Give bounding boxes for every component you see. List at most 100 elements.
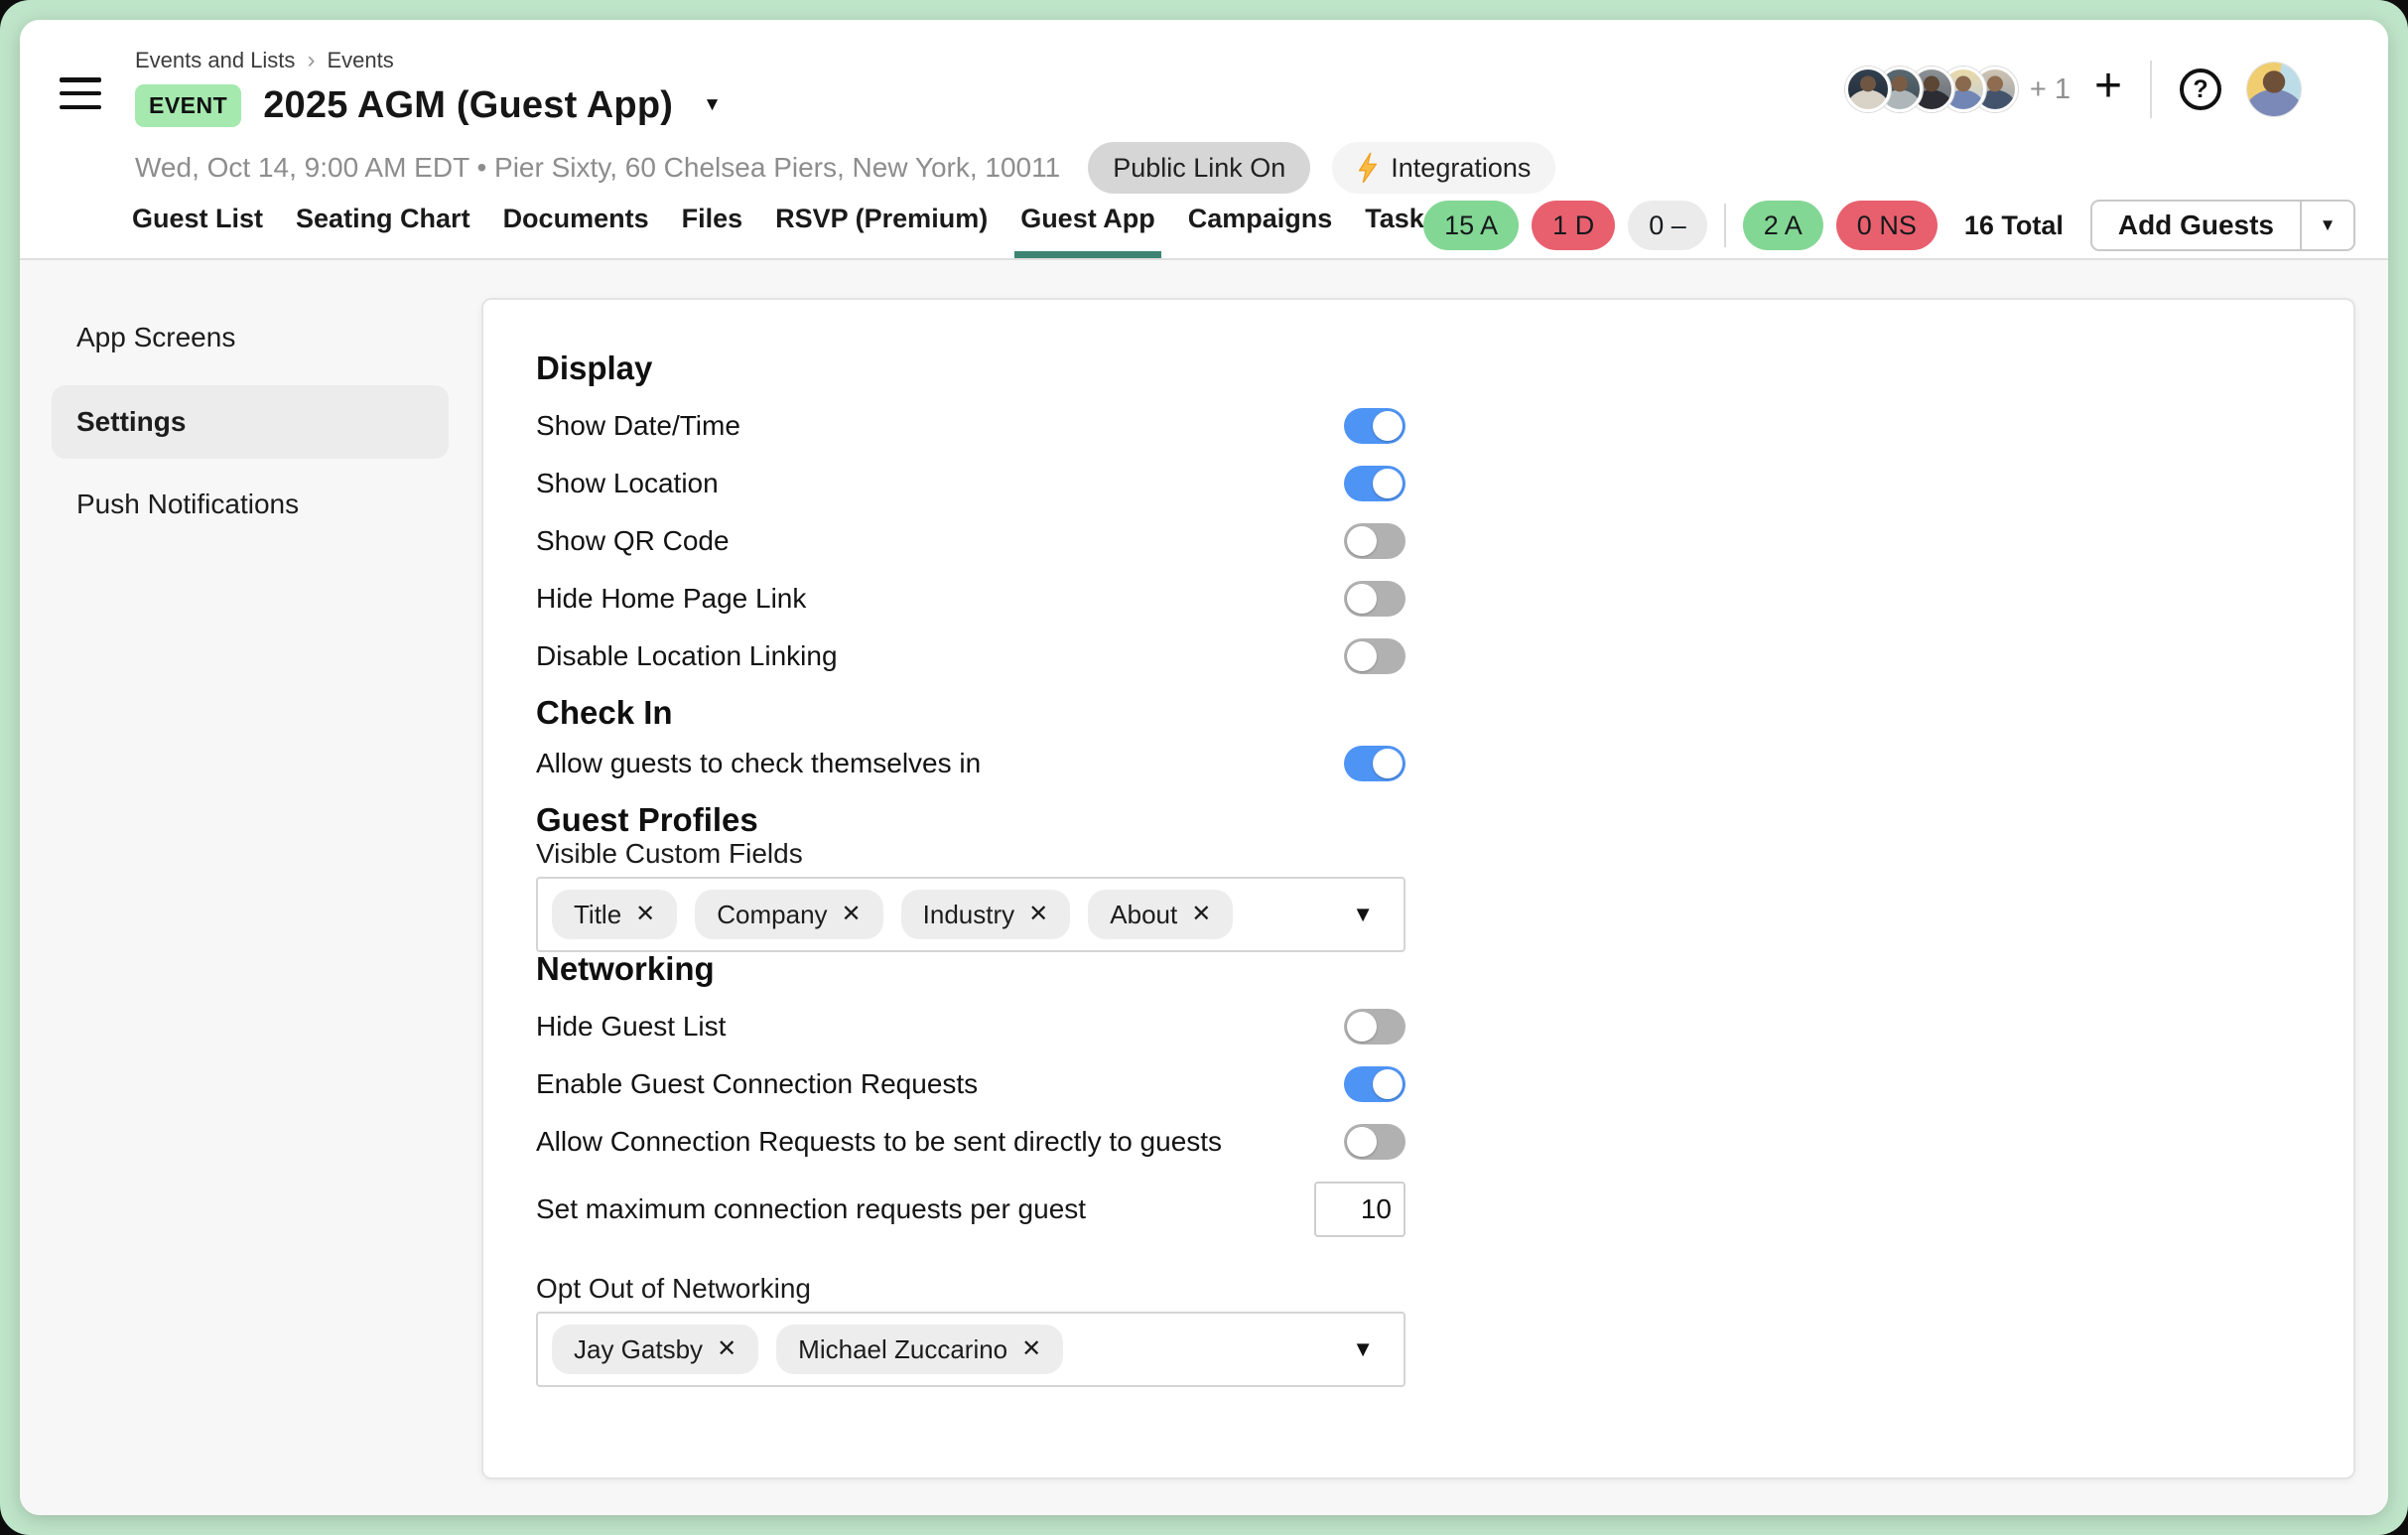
- toggle-knob: [1347, 1012, 1377, 1042]
- chip-industry: Industry ✕: [901, 890, 1071, 939]
- setting-row: Set maximum connection requests per gues…: [536, 1182, 1405, 1237]
- breadcrumb: Events and Lists › Events: [135, 48, 394, 73]
- breadcrumb-events[interactable]: Events: [327, 48, 393, 73]
- hamburger-menu-icon[interactable]: [60, 77, 101, 109]
- setting-row: Allow Connection Requests to be sent dir…: [536, 1124, 1405, 1160]
- chip-jay-gatsby: Jay Gatsby ✕: [552, 1325, 758, 1374]
- chip-title: Title✕: [552, 890, 677, 939]
- tab-guest-app[interactable]: Guest App: [1020, 204, 1155, 258]
- sidebar-item-settings[interactable]: Settings: [52, 385, 449, 459]
- toggle-show-qr-code[interactable]: [1344, 523, 1405, 559]
- lightning-icon: [1357, 153, 1379, 183]
- settings-panel: Display Show Date/Time Show Location Sho…: [481, 298, 2355, 1479]
- max-connection-requests-input[interactable]: [1314, 1182, 1405, 1237]
- tab-guest-list[interactable]: Guest List: [132, 204, 263, 258]
- add-collaborator-button[interactable]: +: [2094, 63, 2122, 116]
- chip-label: Industry: [923, 900, 1015, 930]
- toggle-knob: [1373, 411, 1403, 441]
- toggle-self-check-in[interactable]: [1344, 746, 1405, 781]
- event-type-badge: EVENT: [135, 84, 241, 127]
- setting-label: Show Location: [536, 468, 719, 499]
- integrations-label: Integrations: [1391, 153, 1531, 184]
- section-heading-guest-profiles: Guest Profiles: [536, 803, 1405, 836]
- sidebar: App Screens Settings Push Notifications: [20, 260, 481, 1515]
- setting-row: Show Location: [536, 466, 1405, 501]
- add-guests-split-button: Add Guests ▼: [2090, 200, 2355, 251]
- status-pill[interactable]: 15 A: [1423, 201, 1519, 250]
- setting-row: Hide Guest List: [536, 1009, 1405, 1045]
- sidebar-item-push-notifications[interactable]: Push Notifications: [52, 471, 449, 538]
- sidebar-item-app-screens[interactable]: App Screens: [52, 304, 449, 371]
- event-meta-row: Wed, Oct 14, 9:00 AM EDT • Pier Sixty, 6…: [135, 141, 1555, 195]
- setting-row: Hide Home Page Link: [536, 581, 1405, 617]
- add-guests-caret-down-icon[interactable]: ▼: [2302, 202, 2353, 249]
- section-heading-display: Display: [536, 351, 1405, 384]
- section-heading-check-in: Check In: [536, 696, 1405, 729]
- setting-label: Hide Guest List: [536, 1011, 726, 1043]
- body-area: App Screens Settings Push Notifications …: [20, 260, 2388, 1515]
- remove-chip-icon[interactable]: ✕: [1028, 903, 1048, 926]
- tab-campaigns[interactable]: Campaigns: [1188, 204, 1333, 258]
- public-link-pill[interactable]: Public Link On: [1088, 142, 1310, 194]
- guest-counts-cluster: 15 A 1 D 0 – 2 A 0 NS 16 Total Add Guest…: [1423, 200, 2355, 251]
- visible-custom-fields-label: Visible Custom Fields: [536, 837, 1405, 871]
- status-pill[interactable]: 0 –: [1628, 201, 1707, 250]
- max-connection-requests-label: Set maximum connection requests per gues…: [536, 1193, 1086, 1225]
- setting-row: Show QR Code: [536, 523, 1405, 559]
- tab-files[interactable]: Files: [682, 204, 743, 258]
- remove-chip-icon[interactable]: ✕: [1191, 903, 1211, 926]
- setting-label: Show Date/Time: [536, 410, 740, 442]
- app-frame: Events and Lists › Events EVENT 2025 AGM…: [0, 0, 2408, 1535]
- total-guests-label: 16 Total: [1964, 210, 2064, 241]
- toggle-show-location[interactable]: [1344, 466, 1405, 501]
- toggle-show-date-time[interactable]: [1344, 408, 1405, 444]
- opt-out-networking-select[interactable]: Jay Gatsby✕ Michael Zuccarino✕ ▼: [536, 1312, 1405, 1387]
- setting-label: Show QR Code: [536, 525, 730, 557]
- integrations-pill[interactable]: Integrations: [1332, 142, 1555, 194]
- toggle-direct-connection-requests[interactable]: [1344, 1124, 1405, 1160]
- remove-chip-icon[interactable]: ✕: [1021, 1337, 1041, 1361]
- title-caret-down-icon[interactable]: ▼: [703, 94, 722, 116]
- setting-row: Show Date/Time: [536, 408, 1405, 444]
- collaborator-avatar[interactable]: [1845, 67, 1891, 112]
- opt-out-networking-label: Opt Out of Networking: [536, 1272, 1405, 1306]
- user-avatar[interactable]: [2247, 63, 2301, 116]
- toggle-knob: [1373, 749, 1403, 778]
- remove-chip-icon[interactable]: ✕: [717, 1337, 736, 1361]
- chip-label: Company: [717, 900, 827, 930]
- toggle-knob: [1347, 1127, 1377, 1157]
- select-caret-down-icon[interactable]: ▼: [1352, 902, 1374, 927]
- help-icon[interactable]: ?: [2180, 69, 2221, 110]
- toggle-disable-location-linking[interactable]: [1344, 638, 1405, 674]
- status-pill[interactable]: 1 D: [1532, 201, 1615, 250]
- tab-seating-chart[interactable]: Seating Chart: [296, 204, 470, 258]
- setting-label: Disable Location Linking: [536, 640, 838, 672]
- toggle-enable-connection-requests[interactable]: [1344, 1066, 1405, 1102]
- app-window: Events and Lists › Events EVENT 2025 AGM…: [20, 20, 2388, 1515]
- event-datetime-location: Wed, Oct 14, 9:00 AM EDT • Pier Sixty, 6…: [135, 152, 1060, 184]
- toggle-knob: [1347, 641, 1377, 671]
- select-caret-down-icon[interactable]: ▼: [1352, 1336, 1374, 1362]
- collaborator-overflow-count: + 1: [2030, 73, 2071, 106]
- remove-chip-icon[interactable]: ✕: [842, 903, 862, 926]
- tab-documents[interactable]: Documents: [503, 204, 649, 258]
- add-guests-button[interactable]: Add Guests: [2092, 202, 2300, 249]
- collaborator-avatar-stack[interactable]: [1845, 67, 2018, 112]
- chevron-right-icon: ›: [307, 49, 315, 72]
- chip-company: Company ✕: [695, 890, 882, 939]
- header: Events and Lists › Events EVENT 2025 AGM…: [20, 20, 2388, 260]
- toggle-hide-guest-list[interactable]: [1344, 1009, 1405, 1045]
- status-pill[interactable]: 0 NS: [1836, 201, 1938, 250]
- visible-custom-fields-select[interactable]: Title✕ Company✕ Industry✕ About✕ ▼: [536, 877, 1405, 952]
- remove-chip-icon[interactable]: ✕: [635, 903, 655, 926]
- setting-row: Allow guests to check themselves in: [536, 746, 1405, 781]
- chip-label: Jay Gatsby: [574, 1334, 703, 1365]
- setting-label: Allow Connection Requests to be sent dir…: [536, 1126, 1222, 1158]
- toggle-hide-home-page-link[interactable]: [1344, 581, 1405, 617]
- breadcrumb-events-and-lists[interactable]: Events and Lists: [135, 48, 295, 73]
- toggle-knob: [1347, 526, 1377, 556]
- tab-rsvp-premium[interactable]: RSVP (Premium): [775, 204, 988, 258]
- title-row: EVENT 2025 AGM (Guest App) ▼: [135, 81, 722, 129]
- status-pill[interactable]: 2 A: [1743, 201, 1823, 250]
- setting-row: Enable Guest Connection Requests: [536, 1066, 1405, 1102]
